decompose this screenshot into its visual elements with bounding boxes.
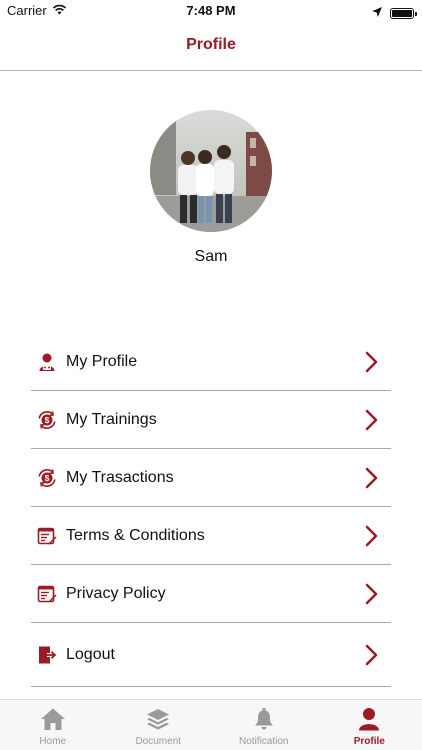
user-name: Sam [194,248,228,265]
layers-icon [145,707,171,731]
menu-item-terms-conditions[interactable]: Terms & Conditions [31,507,391,565]
profile-menu: My Profile $ My Trainings $ My Trasactio… [31,333,391,687]
bell-icon [251,707,277,731]
menu-item-my-transactions[interactable]: $ My Trasactions [31,449,391,507]
location-arrow-icon [372,4,382,22]
tab-label: Profile [353,736,385,747]
status-right [372,4,417,22]
person-icon [356,707,382,731]
dollar-refresh-icon: $ [36,467,58,489]
page-title: Profile [186,36,236,53]
menu-item-privacy-policy[interactable]: Privacy Policy [31,565,391,623]
tab-label: Document [135,736,182,747]
menu-item-my-profile[interactable]: My Profile [31,333,391,391]
home-icon [40,707,66,731]
chevron-right-icon [365,409,379,431]
menu-item-label: Logout [66,645,115,663]
menu-item-logout[interactable]: Logout [31,623,391,687]
document-edit-icon [36,583,58,605]
tab-label: Notification [239,736,289,747]
status-time: 7:48 PM [186,3,236,18]
battery-icon [390,7,417,19]
chevron-right-icon [365,644,379,666]
svg-text:$: $ [45,415,50,425]
menu-item-label: My Trainings [66,410,157,428]
tab-home[interactable]: Home [0,700,106,750]
chevron-right-icon [365,351,379,373]
dollar-refresh-icon: $ [36,409,58,431]
tab-profile[interactable]: Profile [317,700,422,750]
chevron-right-icon [365,583,379,605]
menu-item-label: My Profile [66,352,138,370]
tab-notification[interactable]: Notification [211,700,317,750]
menu-item-label: Privacy Policy [66,584,166,602]
tab-document[interactable]: Document [106,700,212,750]
user-icon [36,351,58,373]
navigation-bar: Profile [0,22,422,71]
menu-item-label: Terms & Conditions [66,526,205,544]
tab-label: Home [39,736,67,747]
menu-item-my-trainings[interactable]: $ My Trainings [31,391,391,449]
chevron-right-icon [365,525,379,547]
svg-text:$: $ [45,473,50,483]
avatar[interactable] [150,110,272,232]
document-edit-icon [36,525,58,547]
chevron-right-icon [365,467,379,489]
status-bar: Carrier 7:48 PM [0,0,422,22]
tab-bar: Home Document Notification Profile [0,699,422,750]
logout-icon [36,644,58,666]
menu-item-label: My Trasactions [66,468,174,486]
